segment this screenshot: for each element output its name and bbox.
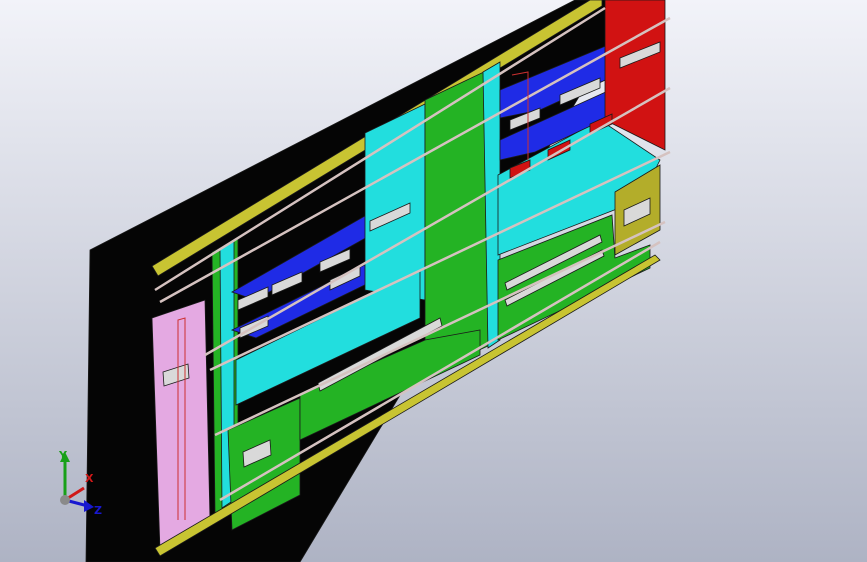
cyan-panel-left-upper <box>364 103 426 301</box>
z-axis-label: Z <box>94 504 102 517</box>
z-arrow-icon <box>84 500 94 512</box>
cad-model-view[interactable] <box>0 0 867 562</box>
graphics-viewport[interactable]: Y X Z <box>0 0 867 562</box>
coordinate-triad: Y X Z <box>58 449 102 517</box>
triad-origin <box>60 495 70 505</box>
pink-side-panel <box>151 299 211 551</box>
y-axis-label: Y <box>58 449 68 462</box>
x-axis-label: X <box>85 472 94 485</box>
